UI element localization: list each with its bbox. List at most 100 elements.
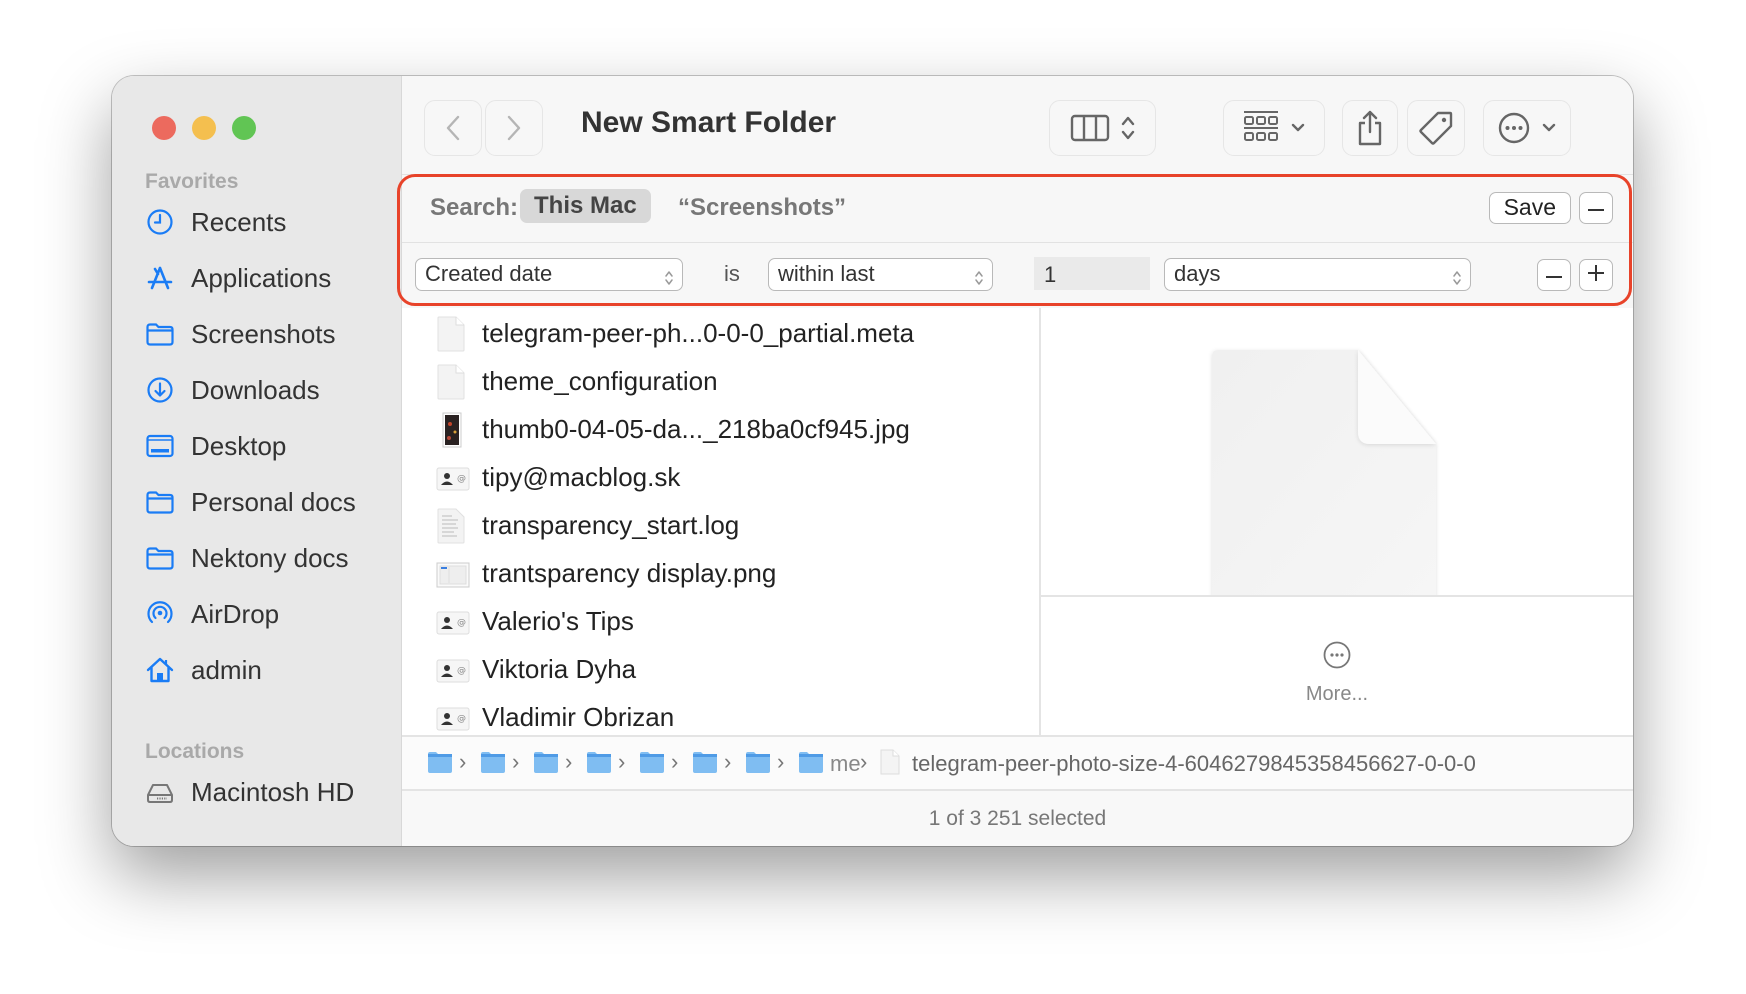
selection-status: 1 of 3 251 selected: [928, 807, 1107, 830]
airdrop-icon: [145, 599, 175, 629]
sidebar-item-label: Downloads: [191, 374, 320, 405]
file-row[interactable]: theme_configuration: [402, 358, 1039, 406]
sidebar-item-downloads[interactable]: Downloads: [145, 366, 320, 414]
contact-card-icon: @: [436, 652, 470, 688]
sidebar-item-nektony-docs[interactable]: Nektony docs: [145, 534, 349, 582]
action-menu-button[interactable]: [1483, 100, 1571, 156]
share-button[interactable]: [1342, 100, 1398, 156]
file-name: Vladimir Obrizan: [482, 702, 675, 732]
svg-text:@: @: [457, 618, 466, 628]
sidebar-item-label: Applications: [191, 262, 332, 293]
contact-card-icon: @: [436, 604, 470, 640]
path-crumb-truncated[interactable]: me: [830, 751, 861, 777]
grid-group-icon: [1242, 110, 1280, 146]
remove-search-button[interactable]: [1579, 192, 1613, 224]
folder-icon: [586, 750, 612, 779]
close-button[interactable]: [152, 116, 176, 140]
image-thumbnail-icon: [436, 412, 466, 448]
sidebar-item-macintosh-hd[interactable]: Macintosh HD: [145, 768, 354, 816]
path-crumb[interactable]: [533, 750, 559, 779]
sidebar-item-personal-docs[interactable]: Personal docs: [145, 478, 356, 526]
preview-image-area: [1041, 308, 1633, 597]
folder-icon: [533, 750, 559, 779]
up-down-chevron-icon: [1120, 113, 1136, 143]
path-crumb-root[interactable]: [427, 750, 453, 779]
file-row[interactable]: @ Valerio's Tips: [402, 598, 1039, 646]
path-crumb[interactable]: [692, 750, 718, 779]
minus-icon: [1545, 266, 1563, 284]
home-icon: [145, 655, 175, 685]
preview-pane: More...: [1041, 308, 1633, 735]
attribute-popup[interactable]: Created date: [415, 258, 683, 291]
group-by-button[interactable]: [1223, 100, 1325, 156]
tag-icon: [1417, 109, 1455, 147]
svg-text:@: @: [457, 474, 466, 484]
svg-text:@: @: [457, 714, 466, 724]
file-row[interactable]: trantsparency display.png: [402, 550, 1039, 598]
hard-drive-icon: [145, 777, 175, 807]
finder-window: Favorites Recents Applications Screensho…: [112, 76, 1633, 846]
file-row[interactable]: thumb0-04-05-da..._218ba0cf945.jpg: [402, 406, 1039, 454]
path-bar: › › › › › › › me › telegram-peer-photo-s…: [402, 735, 1633, 791]
path-crumb[interactable]: [586, 750, 612, 779]
sidebar-item-airdrop[interactable]: AirDrop: [145, 590, 279, 638]
save-button[interactable]: Save: [1488, 192, 1571, 224]
file-name: transparency_start.log: [482, 510, 740, 540]
forward-button[interactable]: [485, 100, 543, 156]
search-panel: Search: This Mac “Screenshots” Save Crea…: [402, 174, 1633, 308]
scope-this-mac[interactable]: This Mac: [520, 189, 651, 223]
chevron-right-icon: ›: [459, 749, 467, 774]
path-crumb[interactable]: [639, 750, 665, 779]
toolbar: New Smart Folder: [402, 76, 1633, 174]
sidebar-item-screenshots[interactable]: Screenshots: [145, 310, 336, 358]
folder-icon: [798, 750, 824, 779]
view-mode-button[interactable]: [1049, 100, 1156, 156]
sidebar-item-desktop[interactable]: Desktop: [145, 422, 286, 470]
minimize-button[interactable]: [192, 116, 216, 140]
tag-button[interactable]: [1407, 100, 1465, 156]
value-field[interactable]: 1: [1034, 257, 1150, 290]
scope-screenshots[interactable]: “Screenshots”: [678, 194, 846, 222]
add-criterion-button[interactable]: [1579, 259, 1613, 291]
chevron-right-icon: ›: [860, 749, 868, 774]
log-file-icon: [436, 508, 466, 544]
search-criteria-row: Created date is within last 1 days: [402, 243, 1633, 308]
file-row[interactable]: @ Vladimir Obrizan: [402, 694, 1039, 735]
sidebar-section-favorites: Favorites: [145, 170, 239, 193]
file-name: trantsparency display.png: [482, 558, 777, 588]
up-down-chevron-icon: [664, 265, 674, 295]
more-label: More...: [1305, 683, 1369, 705]
path-crumb-file[interactable]: [880, 749, 900, 780]
file-row[interactable]: @ Viktoria Dyha: [402, 646, 1039, 694]
unit-popup[interactable]: days: [1164, 258, 1471, 291]
search-scope-bar: Search: This Mac “Screenshots” Save: [402, 174, 1633, 243]
folder-icon: [145, 319, 175, 349]
zoom-button[interactable]: [232, 116, 256, 140]
plus-icon: [1587, 264, 1605, 287]
ellipsis-circle-icon: [1497, 111, 1531, 145]
path-crumb[interactable]: [745, 750, 771, 779]
remove-criterion-button[interactable]: [1537, 259, 1571, 291]
sidebar-item-recents[interactable]: Recents: [145, 198, 286, 246]
back-button[interactable]: [424, 100, 482, 156]
condition-popup[interactable]: within last: [768, 258, 993, 291]
file-name: telegram-peer-ph...0-0-0_partial.meta: [482, 318, 915, 348]
status-bar: 1 of 3 251 selected: [402, 791, 1633, 846]
folder-icon: [145, 487, 175, 517]
sidebar-item-admin[interactable]: admin: [145, 646, 262, 694]
file-row[interactable]: @ tipy@macblog.sk: [402, 454, 1039, 502]
file-row[interactable]: telegram-peer-ph...0-0-0_partial.meta: [402, 310, 1039, 358]
document-icon: [436, 316, 466, 352]
path-crumb[interactable]: [480, 750, 506, 779]
sidebar-item-label: AirDrop: [191, 598, 280, 629]
more-button[interactable]: More...: [1041, 599, 1633, 735]
sidebar-item-label: admin: [191, 654, 262, 685]
chevron-right-icon: ›: [565, 749, 573, 774]
path-crumb[interactable]: [798, 750, 824, 779]
screenshot-thumbnail-icon: [436, 556, 470, 592]
sidebar-item-applications[interactable]: Applications: [145, 254, 331, 302]
operator-label: is: [724, 261, 740, 286]
up-down-chevron-icon: [974, 265, 984, 295]
path-file-name[interactable]: telegram-peer-photo-size-4-6046279845358…: [912, 751, 1476, 777]
file-row[interactable]: transparency_start.log: [402, 502, 1039, 550]
